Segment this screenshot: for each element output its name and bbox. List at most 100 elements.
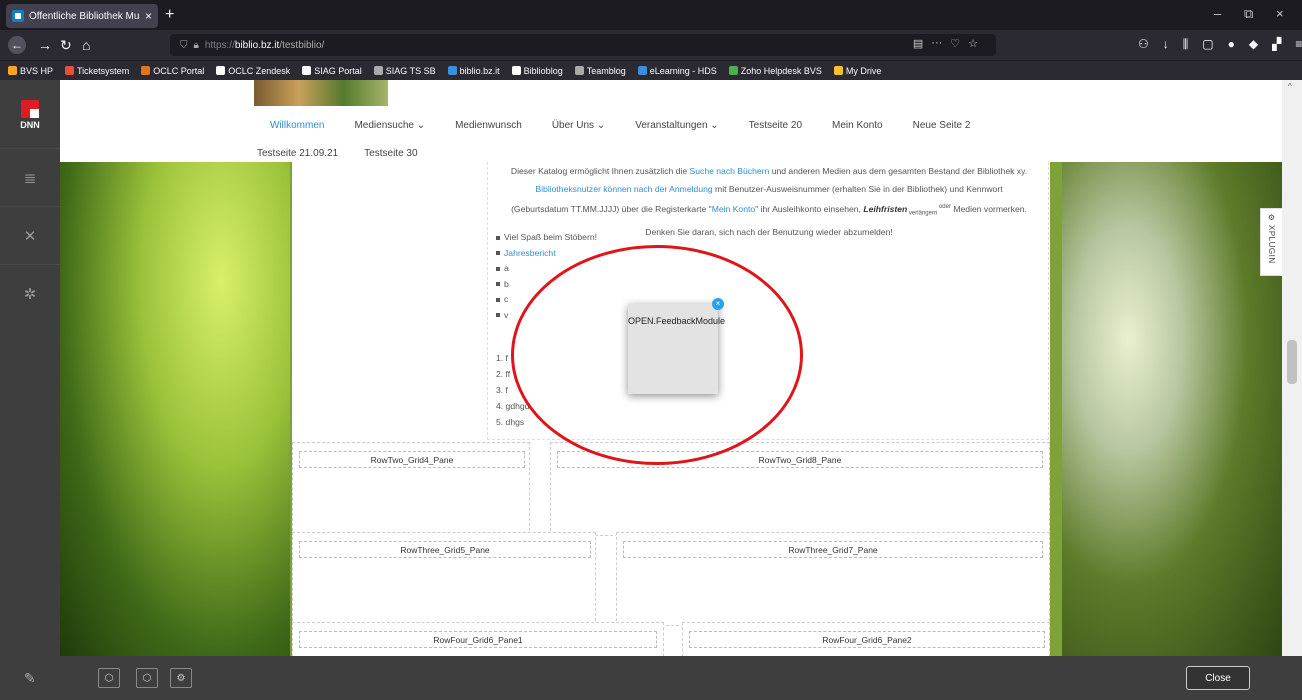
bookmark-item[interactable]: eLearning - HDS bbox=[637, 66, 717, 76]
bullet-icon bbox=[496, 266, 500, 271]
xplugin-tab[interactable]: ⚙ XPLUGIN bbox=[1260, 208, 1282, 276]
content-area: Dieser Katalog ermöglicht Ihnen zusätzli… bbox=[292, 162, 1050, 656]
bullet-icon bbox=[496, 282, 500, 287]
list-item-text: v bbox=[504, 309, 509, 320]
forward-button[interactable]: → bbox=[38, 37, 52, 53]
browser-tab-bar: Öffentliche Bibliothek Musterh × + – ⧉ × bbox=[0, 0, 1302, 30]
menu-item[interactable]: Veranstaltungen ⌄ bbox=[635, 120, 718, 131]
menu-item[interactable]: Mein Konto bbox=[832, 120, 883, 131]
menu-item[interactable]: Neue Seite 2 bbox=[913, 120, 971, 131]
page-settings-icon[interactable]: ⚙ bbox=[170, 668, 192, 688]
bookmark-star-icon[interactable]: ☆ bbox=[968, 37, 978, 50]
dnn-favicon-icon bbox=[12, 10, 24, 22]
home-button[interactable]: ⌂ bbox=[82, 37, 90, 53]
row-two-left: RowTwo_Grid4_Pane bbox=[292, 442, 530, 536]
menu-icon[interactable]: ≡ bbox=[1295, 37, 1302, 52]
bookmark-item[interactable]: SIAG Portal bbox=[302, 66, 362, 76]
window-close-button[interactable]: × bbox=[1276, 6, 1284, 21]
restore-button[interactable]: ⧉ bbox=[1244, 6, 1253, 22]
bullet-icon bbox=[496, 297, 500, 302]
pane-row-three-grid7[interactable]: RowThree_Grid7_Pane bbox=[623, 541, 1043, 558]
bookmark-label: Ticketsystem bbox=[77, 65, 130, 76]
bookmark-favicon-icon bbox=[216, 66, 226, 75]
menu-item[interactable]: Medienwunsch bbox=[455, 120, 522, 131]
bookmark-item[interactable]: Teamblog bbox=[574, 66, 626, 76]
extension3-icon[interactable]: ▞ bbox=[1272, 37, 1281, 52]
row-three-left: RowThree_Grid5_Pane bbox=[292, 532, 596, 626]
bookmark-item[interactable]: Ticketsystem bbox=[65, 66, 129, 76]
menu-item[interactable]: Testseite 20 bbox=[749, 120, 802, 131]
minimize-button[interactable]: – bbox=[1214, 6, 1221, 21]
library-icon[interactable]: ⫼ bbox=[1183, 37, 1189, 52]
list-item[interactable]: Jahresbericht bbox=[496, 246, 597, 262]
intro-line1-end: und anderen Medien aus dem gesamten Best… bbox=[769, 166, 1028, 176]
browser-nav-bar: ← → ↻ ⌂ ⛉ 🔒︎ https://biblio.bz.it/testbi… bbox=[0, 30, 1302, 60]
settings-gear-icon[interactable]: ✲ bbox=[0, 264, 60, 322]
back-button[interactable]: ← bbox=[8, 36, 26, 54]
dnn-logo[interactable]: DNN bbox=[14, 100, 46, 134]
feedback-module-dialog[interactable]: × OPEN.FeedbackModule bbox=[628, 298, 725, 394]
list-item: c bbox=[496, 292, 597, 308]
browser-tab[interactable]: Öffentliche Bibliothek Musterh × bbox=[6, 4, 158, 28]
pane-row-two-grid4[interactable]: RowTwo_Grid4_Pane bbox=[299, 451, 525, 468]
menu-item[interactable]: Über Uns ⌄ bbox=[552, 120, 605, 131]
new-tab-button[interactable]: + bbox=[165, 6, 174, 24]
url-protocol: https:// bbox=[204, 39, 235, 51]
url-bar[interactable]: ⛉ 🔒︎ https://biblio.bz.it/testbiblio/ ▤ … bbox=[170, 34, 996, 56]
menu-item-testseite-21[interactable]: Testseite 21.09.21 bbox=[257, 148, 338, 159]
menu-item-testseite-30[interactable]: Testseite 30 bbox=[364, 148, 417, 159]
content-icon[interactable]: ≣ bbox=[0, 148, 60, 206]
tab-title: Öffentliche Bibliothek Musterh bbox=[29, 10, 140, 22]
pane-row-two-grid8[interactable]: RowTwo_Grid8_Pane bbox=[557, 451, 1043, 468]
reader-view-icon[interactable]: ▤ bbox=[913, 37, 923, 50]
link-anmeldung[interactable]: Bibliotheksnutzer können nach der Anmeld… bbox=[535, 184, 712, 194]
bookmark-item[interactable]: My Drive bbox=[833, 66, 881, 76]
bookmark-item[interactable]: Zoho Helpdesk BVS bbox=[728, 66, 822, 76]
menu-item[interactable]: Willkommen bbox=[270, 120, 324, 131]
modal-title: OPEN.FeedbackModule bbox=[628, 316, 726, 326]
account-icon[interactable]: ⚇ bbox=[1138, 37, 1149, 52]
bookmark-item[interactable]: OCLC Zendesk bbox=[216, 66, 290, 76]
tab-close-icon[interactable]: × bbox=[145, 9, 152, 23]
scrollbar-thumb[interactable] bbox=[1287, 340, 1297, 384]
list-item-text: b bbox=[504, 278, 509, 289]
bullet-list: Viel Spaß beim Stöbern! Jahresbericht a b c v bbox=[496, 230, 597, 323]
pocket-icon[interactable]: ♡ bbox=[950, 37, 960, 50]
tools-icon[interactable]: ✕ bbox=[0, 206, 60, 264]
menu-item[interactable]: Mediensuche ⌄ bbox=[354, 120, 425, 131]
bookmark-label: OCLC Portal bbox=[153, 65, 205, 76]
page-actions-icon[interactable]: ··· bbox=[931, 37, 942, 50]
bullet-icon bbox=[496, 251, 500, 256]
bookmark-item[interactable]: biblio.bz.it bbox=[447, 66, 500, 76]
link-mein-konto[interactable]: Mein Konto bbox=[712, 204, 755, 214]
bookmark-item[interactable]: SIAG TS SB bbox=[373, 66, 436, 76]
bookmark-favicon-icon bbox=[302, 66, 312, 75]
bookmark-label: Biblioblog bbox=[523, 65, 563, 76]
bookmarks-bar: BVS HP Ticketsystem OCLC Portal OCLC Zendes… bbox=[0, 60, 1302, 80]
download-icon[interactable]: ↓ bbox=[1163, 37, 1169, 52]
bookmark-item[interactable]: BVS HP bbox=[8, 66, 53, 76]
scroll-up-icon[interactable]: ^ bbox=[1288, 82, 1292, 91]
pane-row-three-grid5[interactable]: RowThree_Grid5_Pane bbox=[299, 541, 591, 558]
bookmark-label: SIAG Portal bbox=[314, 65, 362, 76]
bookmark-item[interactable]: Biblioblog bbox=[511, 65, 563, 76]
url-path: /testbiblio/ bbox=[279, 39, 325, 51]
bookmark-favicon-icon bbox=[65, 66, 75, 75]
bookmark-favicon-icon bbox=[447, 66, 457, 75]
modal-close-icon[interactable]: × bbox=[712, 298, 724, 310]
list-item-text[interactable]: Jahresbericht bbox=[504, 246, 556, 262]
extension-icon[interactable]: ● bbox=[1228, 37, 1235, 52]
pane-row-four-grid6-2[interactable]: RowFour_Grid6_Pane2 bbox=[689, 631, 1045, 648]
extension2-icon[interactable]: ◆ bbox=[1249, 37, 1258, 52]
add-module-icon[interactable]: ⬡ bbox=[98, 668, 120, 688]
reload-button[interactable]: ↻ bbox=[60, 37, 72, 54]
sidebar-icon[interactable]: ▢ bbox=[1202, 37, 1213, 52]
intro-line3: (Geburtsdatum TT.MM.JJJJ) über die Regis… bbox=[511, 203, 712, 214]
link-suche-nach-buechern[interactable]: Suche nach Büchern bbox=[690, 166, 770, 176]
pane-row-four-grid6-1[interactable]: RowFour_Grid6_Pane1 bbox=[299, 631, 657, 648]
page-scrollbar[interactable]: ^ bbox=[1282, 80, 1302, 656]
edit-pencil-icon[interactable]: ✎ bbox=[24, 670, 36, 687]
bookmark-item[interactable]: OCLC Portal bbox=[141, 66, 204, 76]
close-edit-button[interactable]: Close bbox=[1186, 666, 1250, 690]
add-existing-module-icon[interactable]: ⬡ bbox=[136, 668, 158, 688]
